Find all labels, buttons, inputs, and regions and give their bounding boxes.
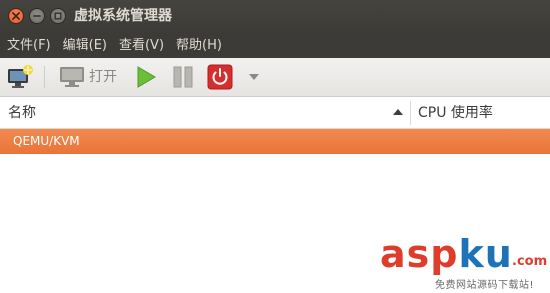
minimize-icon xyxy=(33,15,41,17)
menu-help[interactable]: 帮助(H) xyxy=(169,33,227,58)
minimize-button[interactable] xyxy=(29,8,45,24)
open-button[interactable] xyxy=(59,66,85,88)
column-divider[interactable] xyxy=(410,101,411,125)
close-icon xyxy=(12,12,20,20)
title-bar: 虚拟系统管理器 xyxy=(0,0,550,33)
window-title: 虚拟系统管理器 xyxy=(74,8,172,24)
sort-ascending-icon[interactable] xyxy=(392,108,404,116)
menu-view[interactable]: 查看(V) xyxy=(112,33,169,58)
table-row[interactable]: QEMU/KVM xyxy=(0,129,550,154)
menu-bar: 文件(F) 编辑(E) 查看(V) 帮助(H) xyxy=(0,33,550,58)
menu-edit[interactable]: 编辑(E) xyxy=(56,33,112,58)
new-vm-button[interactable] xyxy=(6,64,34,90)
shutdown-button[interactable] xyxy=(207,64,233,90)
table-header: 名称 CPU 使用率 xyxy=(0,97,550,129)
connection-name: QEMU/KVM xyxy=(13,134,80,148)
dropdown-arrow-icon xyxy=(249,74,259,80)
column-header-cpu[interactable]: CPU 使用率 xyxy=(418,104,493,122)
shutdown-menu-button[interactable] xyxy=(246,70,262,84)
maximize-button[interactable] xyxy=(50,8,66,24)
maximize-icon xyxy=(54,12,62,20)
watermark-subtitle: 免费网站源码下载站! xyxy=(435,280,535,291)
new-vm-icon xyxy=(8,65,33,88)
run-button[interactable] xyxy=(133,64,159,90)
pause-icon xyxy=(173,66,193,88)
watermark-logo: aspku .com 免费网站源码下载站! xyxy=(380,232,548,291)
open-button-label[interactable]: 打开 xyxy=(89,68,117,86)
toolbar-separator xyxy=(44,66,45,88)
watermark-text: aspku xyxy=(380,232,513,276)
watermark-domain: .com xyxy=(512,254,548,269)
power-icon xyxy=(207,64,233,90)
watermark-asp: asp xyxy=(380,232,459,276)
close-button[interactable] xyxy=(8,8,24,24)
watermark-ku: ku xyxy=(458,232,513,276)
menu-file[interactable]: 文件(F) xyxy=(0,33,56,58)
app-window: 虚拟系统管理器 文件(F) 编辑(E) 查看(V) 帮助(H) 打开 名称 CP… xyxy=(0,0,550,293)
column-header-name[interactable]: 名称 xyxy=(8,104,36,122)
play-icon xyxy=(137,66,156,88)
toolbar: 打开 xyxy=(0,58,550,97)
monitor-icon xyxy=(60,67,84,87)
pause-button[interactable] xyxy=(170,64,196,90)
